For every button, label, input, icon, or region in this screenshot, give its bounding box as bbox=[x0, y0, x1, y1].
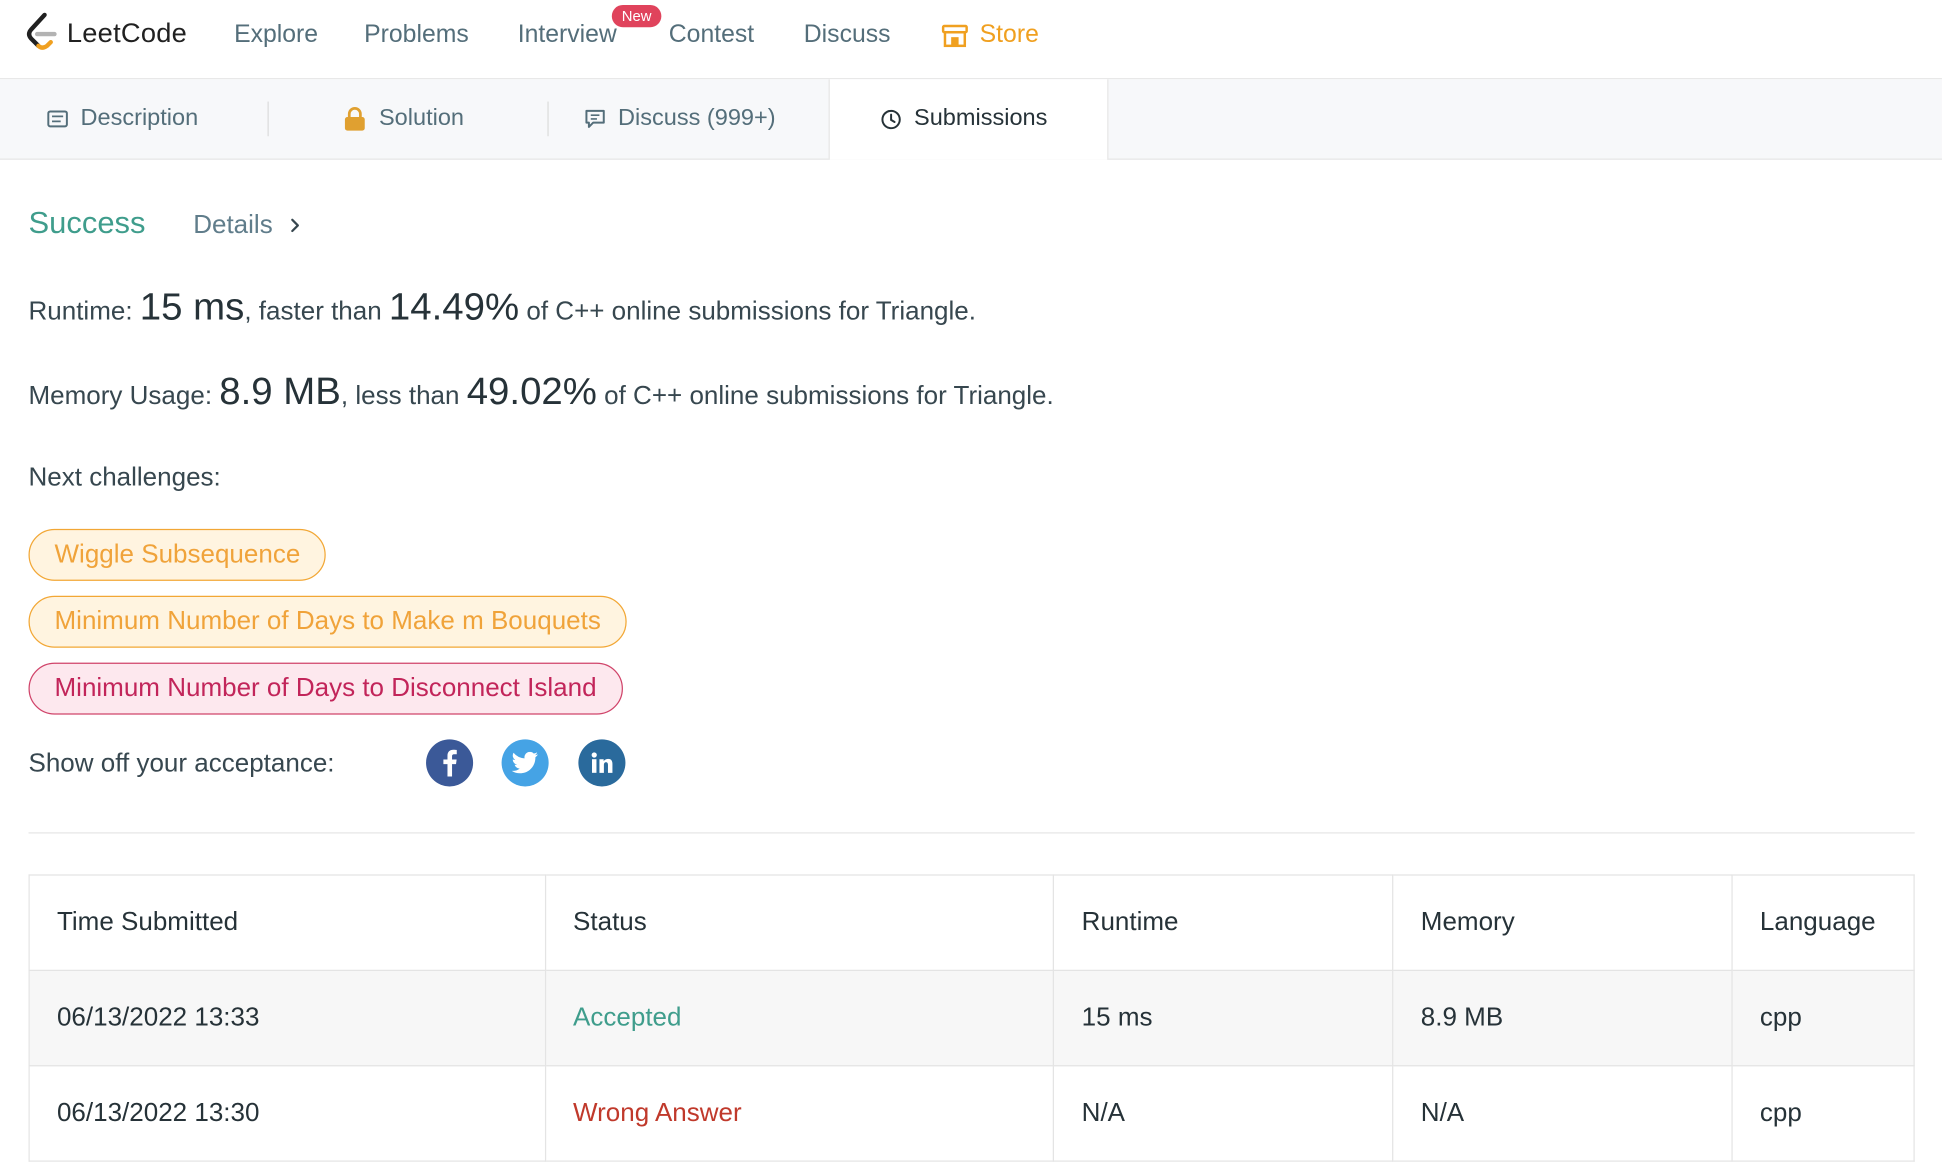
share-label: Show off your acceptance: bbox=[28, 749, 335, 778]
tab-solution[interactable]: Solution bbox=[343, 79, 464, 158]
runtime-mid: , faster than bbox=[244, 297, 389, 326]
top-navbar: LeetCode Explore Problems Interview New … bbox=[0, 0, 1942, 80]
page: LeetCode Explore Problems Interview New … bbox=[0, 0, 1942, 1169]
table-header-row: Time Submitted Status Runtime Memory Lan… bbox=[28, 874, 1915, 971]
section-divider bbox=[28, 832, 1915, 834]
new-badge: New bbox=[611, 4, 662, 28]
twitter-share-button[interactable] bbox=[501, 739, 549, 787]
details-link[interactable]: Details bbox=[193, 211, 302, 241]
next-challenges-label: Next challenges: bbox=[28, 463, 221, 492]
tab-discuss[interactable]: Discuss (999+) bbox=[585, 79, 776, 158]
nav-interview[interactable]: Interview bbox=[518, 21, 617, 49]
tab-divider bbox=[547, 101, 549, 137]
nav-explore[interactable]: Explore bbox=[234, 21, 318, 49]
leetcode-logo[interactable]: LeetCode bbox=[25, 12, 187, 54]
header-runtime: Runtime bbox=[1053, 874, 1394, 971]
store-icon bbox=[941, 24, 968, 47]
header-status: Status bbox=[544, 874, 1055, 971]
facebook-share-button[interactable] bbox=[426, 739, 474, 787]
comment-icon bbox=[585, 109, 606, 129]
memory-percent: 49.02% bbox=[466, 369, 597, 413]
details-label: Details bbox=[193, 210, 273, 240]
tab-description[interactable]: Description bbox=[47, 79, 198, 158]
leetcode-logo-icon bbox=[26, 12, 57, 50]
cell-status-link[interactable]: Wrong Answer bbox=[544, 1065, 1055, 1162]
clock-icon bbox=[881, 108, 902, 129]
challenge-min-days-disconnect-island[interactable]: Minimum Number of Days to Disconnect Isl… bbox=[28, 662, 623, 715]
tab-divider bbox=[267, 101, 269, 137]
table-row: 06/13/2022 13:30 Wrong Answer N/A N/A cp… bbox=[28, 1065, 1915, 1162]
tab-submissions[interactable]: Submissions bbox=[881, 79, 1048, 158]
brand-name: LeetCode bbox=[66, 17, 188, 49]
lock-icon bbox=[343, 107, 367, 132]
nav-discuss[interactable]: Discuss bbox=[804, 21, 891, 49]
linkedin-icon bbox=[591, 752, 613, 773]
memory-mid: , less than bbox=[340, 381, 467, 410]
tab-discuss-label: Discuss (999+) bbox=[618, 105, 776, 132]
description-icon bbox=[47, 110, 68, 128]
tab-solution-label: Solution bbox=[378, 105, 465, 132]
cell-memory: N/A bbox=[1392, 1065, 1733, 1162]
cell-runtime: N/A bbox=[1053, 1065, 1394, 1162]
runtime-percent: 14.49% bbox=[388, 284, 520, 329]
submissions-table: Time Submitted Status Runtime Memory Lan… bbox=[28, 874, 1915, 1162]
nav-problems[interactable]: Problems bbox=[364, 21, 469, 49]
nav-store[interactable]: Store bbox=[941, 21, 1039, 49]
memory-tail: of C++ online submissions for Triangle. bbox=[596, 381, 1054, 410]
memory-label: Memory Usage: bbox=[28, 381, 220, 410]
memory-stat: Memory Usage: 8.9 MB, less than 49.02% o… bbox=[28, 369, 1053, 414]
tab-submissions-label: Submissions bbox=[914, 105, 1048, 132]
header-time-submitted: Time Submitted bbox=[28, 874, 546, 971]
cell-memory: 8.9 MB bbox=[1392, 969, 1733, 1067]
challenge-wiggle-subsequence[interactable]: Wiggle Subsequence bbox=[28, 528, 327, 581]
cell-status-link[interactable]: Accepted bbox=[544, 969, 1055, 1067]
cell-time-submitted: 06/13/2022 13:30 bbox=[28, 1065, 546, 1162]
cell-time-submitted: 06/13/2022 13:33 bbox=[28, 969, 546, 1067]
runtime-label: Runtime: bbox=[28, 297, 140, 326]
problem-tabbar: Description Solution Discuss (999+) Subm… bbox=[0, 79, 1942, 160]
tab-description-label: Description bbox=[80, 105, 199, 132]
twitter-icon bbox=[511, 751, 538, 774]
cell-runtime: 15 ms bbox=[1053, 969, 1394, 1067]
nav-contest[interactable]: Contest bbox=[669, 21, 754, 49]
chevron-right-icon bbox=[291, 218, 300, 233]
facebook-icon bbox=[443, 749, 457, 777]
result-status: Success bbox=[28, 205, 146, 241]
runtime-value: 15 ms bbox=[139, 284, 245, 329]
runtime-stat: Runtime: 15 ms, faster than 14.49% of C+… bbox=[28, 285, 975, 330]
linkedin-share-button[interactable] bbox=[578, 739, 626, 787]
cell-language: cpp bbox=[1731, 1065, 1915, 1162]
header-language: Language bbox=[1731, 874, 1915, 971]
header-memory: Memory bbox=[1392, 874, 1733, 971]
cell-language: cpp bbox=[1731, 969, 1915, 1067]
challenge-min-days-bouquets[interactable]: Minimum Number of Days to Make m Bouquet… bbox=[28, 595, 627, 648]
store-label: Store bbox=[979, 21, 1039, 49]
table-row: 06/13/2022 13:33 Accepted 15 ms 8.9 MB c… bbox=[28, 969, 1915, 1067]
runtime-tail: of C++ online submissions for Triangle. bbox=[519, 297, 976, 326]
memory-value: 8.9 MB bbox=[219, 369, 341, 413]
